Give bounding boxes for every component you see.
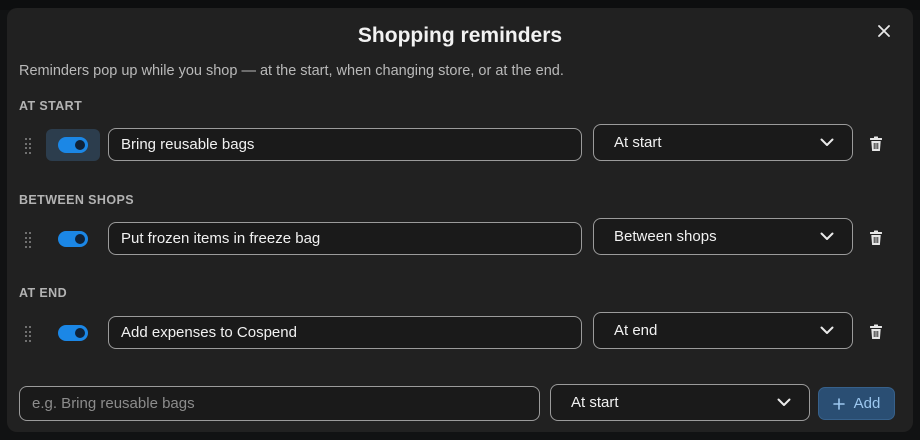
reminder-toggle-wrapper: [46, 223, 100, 255]
reminder-text-input[interactable]: [108, 128, 582, 161]
chevron-down-icon: [820, 232, 834, 240]
section-label-at-start: AT START: [19, 99, 83, 113]
reminders-dialog: Shopping reminders Reminders pop up whil…: [7, 8, 913, 432]
plus-icon: [832, 397, 845, 410]
new-reminder-row: At start Add: [7, 384, 913, 423]
add-reminder-button[interactable]: Add: [818, 387, 895, 420]
new-reminder-timing-select[interactable]: At start: [550, 384, 810, 421]
reminder-timing-value: At end: [614, 322, 658, 339]
reminder-enabled-toggle[interactable]: [58, 231, 88, 247]
chevron-down-icon: [777, 398, 791, 406]
reminder-timing-select[interactable]: Between shops: [593, 218, 853, 255]
reminder-timing-select[interactable]: At start: [593, 124, 853, 161]
drag-handle-icon[interactable]: [25, 326, 33, 342]
reminder-timing-value: At start: [614, 134, 662, 151]
drag-handle-icon[interactable]: [25, 138, 33, 154]
section-label-at-end: AT END: [19, 286, 67, 300]
add-button-label: Add: [853, 395, 881, 412]
close-icon: [878, 25, 890, 37]
reminder-enabled-toggle[interactable]: [58, 325, 88, 341]
reminder-timing-select[interactable]: At end: [593, 312, 853, 349]
reminder-row-between-shops: Between shops: [7, 218, 913, 256]
close-button[interactable]: [873, 20, 895, 42]
trash-icon[interactable]: [869, 136, 883, 152]
reminder-row-at-start: At start: [7, 124, 913, 162]
reminder-toggle-wrapper: [46, 317, 100, 349]
reminder-timing-value: Between shops: [614, 228, 717, 245]
trash-icon[interactable]: [869, 230, 883, 246]
trash-icon[interactable]: [869, 324, 883, 340]
drag-handle-icon[interactable]: [25, 232, 33, 248]
dialog-description: Reminders pop up while you shop — at the…: [19, 63, 564, 79]
chevron-down-icon: [820, 326, 834, 334]
new-reminder-input[interactable]: [19, 386, 540, 421]
reminder-text-input[interactable]: [108, 316, 582, 349]
reminder-toggle-wrapper: [46, 129, 100, 161]
reminder-enabled-toggle[interactable]: [58, 137, 88, 153]
chevron-down-icon: [820, 138, 834, 146]
reminder-text-input[interactable]: [108, 222, 582, 255]
section-label-between-shops: BETWEEN SHOPS: [19, 193, 134, 207]
dialog-title: Shopping reminders: [357, 24, 563, 47]
new-reminder-timing-value: At start: [571, 394, 619, 411]
reminder-row-at-end: At end: [7, 312, 913, 350]
